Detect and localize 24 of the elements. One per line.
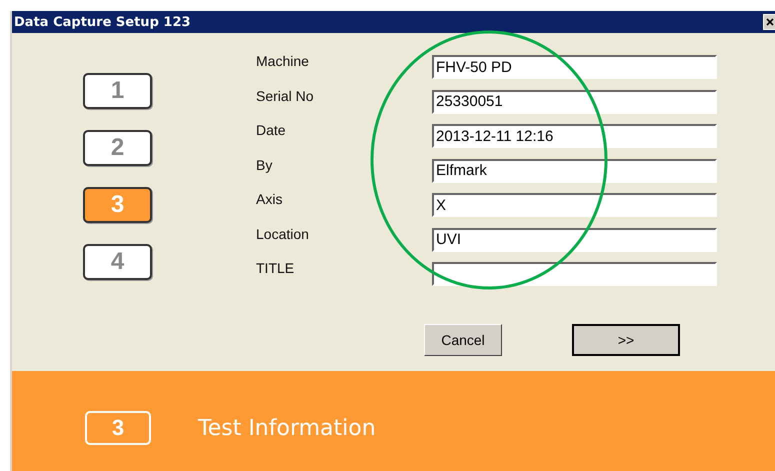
step-title: Test Information <box>198 416 376 440</box>
step-button[interactable]: 1 <box>83 73 152 109</box>
field-label: TITLE <box>256 260 296 278</box>
input-field[interactable]: 25330051 <box>432 90 717 114</box>
window-title: Data Capture Setup 123 <box>13 14 191 30</box>
field-label: Location <box>256 226 310 244</box>
input-field[interactable]: UVI <box>432 228 717 252</box>
cancel-button[interactable]: Cancel <box>424 324 502 356</box>
field-label: By <box>256 156 274 175</box>
step-badge: 3 <box>85 411 151 445</box>
next-button[interactable]: >> <box>572 324 680 356</box>
input-field[interactable]: Elfmark <box>432 158 717 182</box>
input-field[interactable]: 2013-12-11 12:16 <box>432 124 717 148</box>
field-label: Date <box>256 122 287 140</box>
input-field[interactable] <box>432 262 717 286</box>
close-button[interactable] <box>763 14 775 30</box>
field-label: Serial No <box>256 88 315 106</box>
input-field[interactable]: FHV-50 PD <box>432 55 717 79</box>
close-icon <box>766 18 774 26</box>
field-label: Axis <box>256 191 284 209</box>
step-button[interactable]: 2 <box>83 130 152 166</box>
input-field[interactable]: X <box>432 193 717 217</box>
field-label: Machine <box>256 53 310 71</box>
step-button[interactable]: 4 <box>83 244 152 280</box>
